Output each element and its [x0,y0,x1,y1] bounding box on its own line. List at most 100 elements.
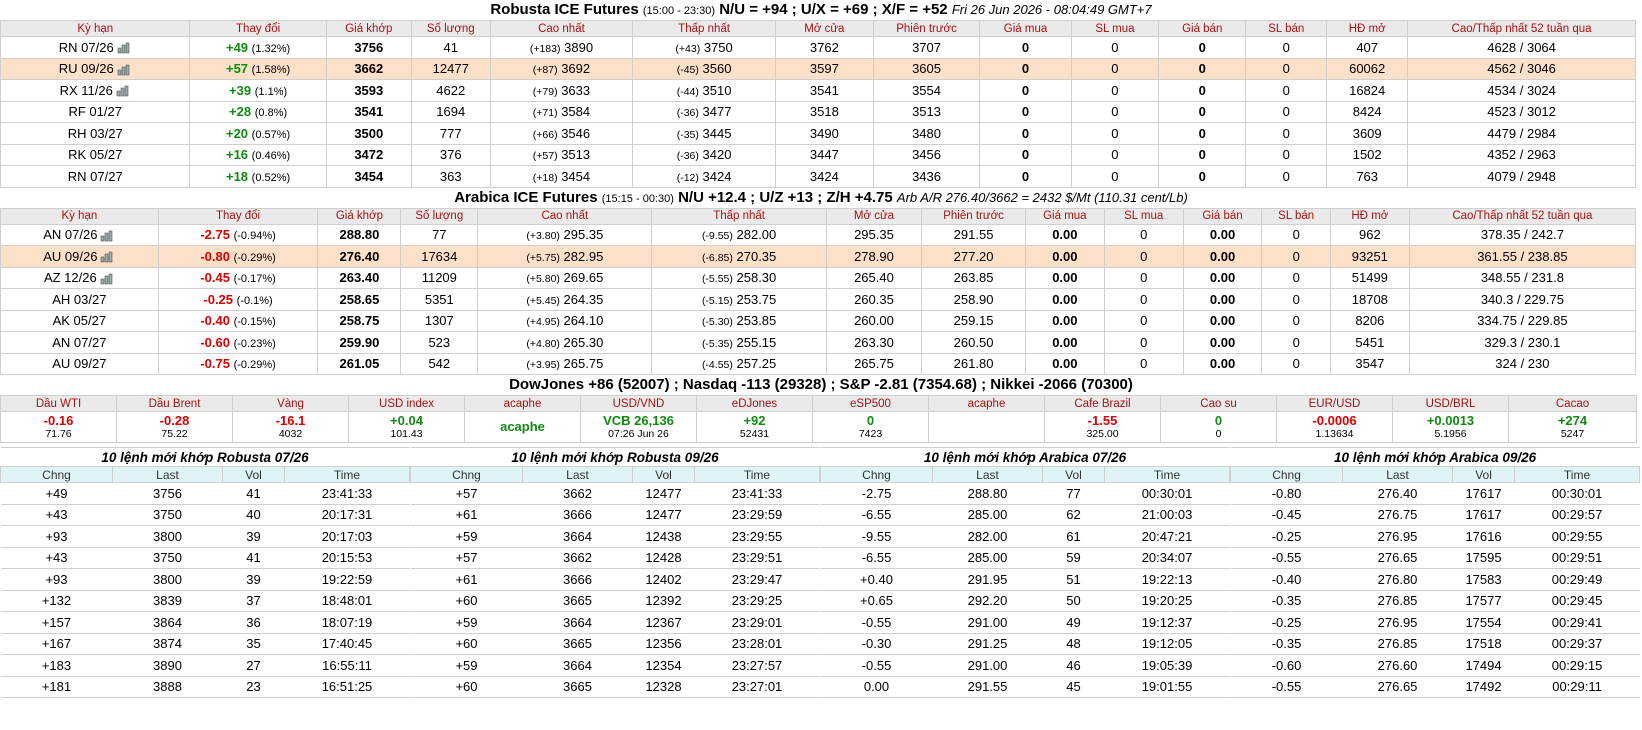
contract-term[interactable]: AU 09/26 [43,249,97,264]
bid-qty-cell: 0 [1070,122,1160,145]
chart-icon[interactable] [100,251,115,263]
market-cell[interactable]: -16.1 4032 [232,411,349,443]
trade-cell: 276.65 [1342,546,1453,569]
high-delta: (+4.80) [526,337,560,350]
market-cell[interactable]: +0.04 101.43 [348,411,465,443]
prev-cell: 3436 [872,165,981,188]
contract-term[interactable]: AK 05/27 [53,313,107,328]
trade-cell: 3888 [112,675,223,698]
trade-cell: 61 [1042,525,1105,548]
open-interest-cell: 5451 [1329,331,1410,354]
contract-term[interactable]: RU 09/26 [59,61,114,76]
futures-row[interactable]: AH 03/27 -0.25 (-0.1%) 258.65 5351 (+5.45) 2… [0,288,1637,311]
contract-term[interactable]: AN 07/26 [43,227,97,242]
market-cell[interactable]: 0 7423 [812,411,929,443]
prev-cell: 277.20 [921,245,1026,268]
last-price-cell: 288.80 [317,223,402,246]
trade-cell: -9.55 [820,525,933,548]
chart-icon[interactable] [100,230,115,242]
contract-term[interactable]: RF 01/27 [68,104,121,119]
col-header: Kỳ hạn [0,207,159,225]
market-cell[interactable]: -0.0006 1.13634 [1276,411,1393,443]
market-cell[interactable]: +274 5247 [1508,411,1637,443]
arabica-body: AN 07/26 -2.75 (-0.94%) 288.80 77 (+3.80) 29… [0,223,1637,375]
futures-row[interactable]: RK 05/27 +16 (0.46%) 3472 376 (+57) 3513 (-36… [0,143,1636,166]
change-percent: (-0.1%) [236,294,273,307]
prev-cell: 3513 [872,100,981,123]
futures-row[interactable]: AU 09/26 -0.80 (-0.29%) 276.40 17634 (+5.75)… [0,245,1637,268]
contract-term[interactable]: RK 05/27 [68,147,122,162]
futures-row[interactable]: AN 07/27 -0.60 (-0.23%) 259.90 523 (+4.80) 2… [0,331,1637,354]
change-percent: (0.46%) [251,150,291,163]
trade-cell: 77 [1042,482,1105,505]
market-price: 1.13634 [1315,428,1354,440]
futures-row[interactable]: RX 11/26 +39 (1.1%) 3593 4622 (+79) 3633 (-44… [0,79,1636,102]
volume-cell: 11209 [400,266,479,289]
contract-term[interactable]: AN 07/27 [52,335,106,350]
contract-term[interactable]: AZ 12/26 [44,270,97,285]
bid-qty-cell: 0 [1070,57,1160,80]
market-cell[interactable]: -1.55 325.00 [1044,411,1161,443]
trade-cell: 3665 [522,589,633,612]
futures-row[interactable]: AZ 12/26 -0.45 (-0.17%) 263.40 11209 (+5.80)… [0,266,1637,289]
futures-row[interactable]: AU 09/27 -0.75 (-0.29%) 261.05 542 (+3.95) 2… [0,352,1637,375]
trade-row: +181 3888 23 16:51:25 [0,675,410,698]
col-header: Giá khớp [317,207,402,225]
low-delta: (-4.55) [701,359,733,372]
range-52w-cell: 348.55 / 231.8 [1408,266,1637,289]
col-header: HĐ mở [1329,207,1410,225]
futures-row[interactable]: RH 03/27 +20 (0.57%) 3500 777 (+66) 3546 (-35… [0,122,1636,145]
open-cell: 3424 [774,165,874,188]
trade-cell: 276.95 [1342,611,1453,634]
market-cell[interactable] [928,411,1045,443]
futures-row[interactable]: RN 07/26 +49 (1.32%) 3756 41 (+183) 3890 (+43… [0,36,1636,59]
futures-row[interactable]: AK 05/27 -0.40 (-0.15%) 258.75 1307 (+4.95) … [0,309,1637,332]
trade-cell: 12356 [632,632,695,655]
bid-cell: 0 [979,143,1072,166]
trade-row: +183 3890 27 16:55:11 [0,654,410,677]
trade-cell: 3890 [112,654,223,677]
market-cell[interactable]: VCB 26,136 07:26 Jun 26 [580,411,697,443]
contract-term[interactable]: RN 07/27 [68,169,123,184]
market-cell[interactable]: -0.28 75.22 [116,411,233,443]
chart-icon[interactable] [117,42,132,54]
futures-row[interactable]: RF 01/27 +28 (0.8%) 3541 1694 (+71) 3584 (-36… [0,100,1636,123]
chart-icon[interactable] [117,64,132,76]
contract-term[interactable]: AU 09/27 [52,356,106,371]
chart-icon[interactable] [100,273,115,285]
market-cell[interactable]: +0.0013 5.1956 [1392,411,1509,443]
low-delta: (-5.15) [701,294,733,307]
market-cell[interactable]: -0.16 71.76 [0,411,117,443]
futures-row[interactable]: RN 07/27 +18 (0.52%) 3454 363 (+18) 3454 (-12… [0,165,1636,188]
trades-col-header: Chng [1230,466,1344,483]
market-cell[interactable]: +92 52431 [696,411,813,443]
market-change: +274 [1557,413,1588,428]
contract-term[interactable]: AH 03/27 [52,292,106,307]
prev-cell: 3456 [872,143,981,166]
trade-cell: 3800 [112,568,223,591]
low-delta: (-5.30) [701,316,733,329]
contract-term[interactable]: RN 07/26 [59,40,114,55]
contract-term[interactable]: RH 03/27 [68,126,123,141]
ask-qty-cell: 0 [1245,165,1328,188]
high-delta: (+18) [532,171,558,184]
trades-header-row: Chng Last Vol Time [1230,466,1641,483]
market-change: VCB 26,136 [603,413,674,428]
trade-row: +0.40 291.95 51 19:22:13 [820,568,1230,591]
chart-icon[interactable] [116,85,131,97]
trade-row: +157 3864 36 18:07:19 [0,611,410,634]
market-cell[interactable]: acaphe [464,411,581,443]
market-cell[interactable]: 00 [1160,411,1277,443]
arabica-title: Arabica ICE Futures [454,188,598,206]
low-delta: (+43) [675,42,701,55]
trade-cell: +61 [410,503,523,526]
futures-row[interactable]: RU 09/26 +57 (1.58%) 3662 12477 (+87) 3692 (-… [0,57,1636,80]
market-name: EUR/USD [1276,395,1393,412]
futures-row[interactable]: AN 07/26 -2.75 (-0.94%) 288.80 77 (+3.80) 29… [0,223,1637,246]
trade-cell: +93 [0,525,113,548]
contract-term[interactable]: RX 11/26 [60,83,113,98]
bid-price: 0.00 [1052,334,1078,350]
market-price: 52431 [739,428,770,440]
trade-cell: 12392 [632,589,695,612]
trade-row: +167 3874 35 17:40:45 [0,632,410,655]
